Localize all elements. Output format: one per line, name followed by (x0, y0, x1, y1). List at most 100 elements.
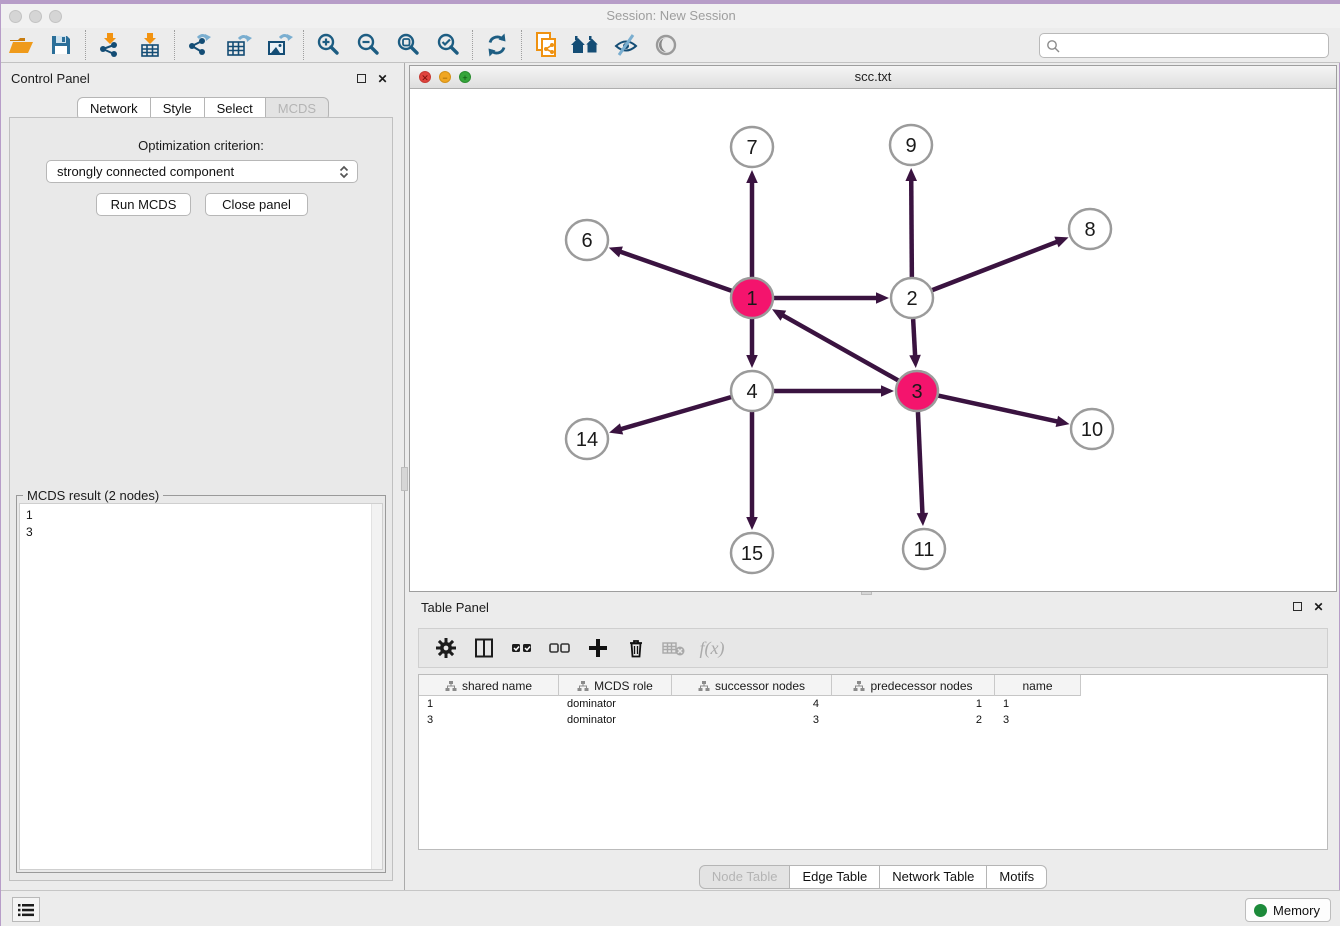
network-canvas[interactable]: 7 9 6 8 1 2 4 3 14 10 15 11 (410, 89, 1336, 591)
houses-icon (570, 33, 602, 57)
search-field[interactable] (1039, 33, 1329, 58)
zoom-fit-button[interactable] (388, 29, 428, 61)
window-close-button[interactable] (9, 10, 22, 23)
graph-edge-2-8[interactable] (932, 241, 1059, 290)
column-header-MCDS-role[interactable]: MCDS role (559, 675, 672, 696)
add-column-button[interactable] (579, 631, 617, 665)
table-cell[interactable]: 3 (672, 712, 832, 728)
toolbar-separator (472, 30, 473, 60)
graph-node-11[interactable]: 11 (903, 529, 945, 569)
table-tab-node-table[interactable]: Node Table (699, 865, 791, 889)
graph-edge-3-1[interactable] (782, 315, 899, 381)
export-image-button[interactable] (259, 29, 299, 61)
save-session-button[interactable] (41, 29, 81, 61)
table-cell[interactable]: 3 (995, 712, 1081, 728)
graph-node-15[interactable]: 15 (731, 533, 773, 573)
mcds-result-text: 1 3 (20, 504, 382, 544)
first-neighbors-button[interactable] (566, 29, 606, 61)
network-close-button[interactable]: ✕ (419, 71, 431, 83)
show-hidden-button[interactable] (646, 29, 686, 61)
column-header-predecessor-nodes[interactable]: predecessor nodes (832, 675, 995, 696)
vertical-splitter[interactable] (401, 63, 408, 890)
zoom-out-button[interactable] (348, 29, 388, 61)
deselect-all-rows-button[interactable] (541, 631, 579, 665)
delete-column-button[interactable] (617, 631, 655, 665)
graph-node-label: 15 (741, 543, 763, 565)
graph-node-2[interactable]: 2 (891, 278, 933, 318)
graph-node-9[interactable]: 9 (890, 125, 932, 165)
table-tab-edge-table[interactable]: Edge Table (790, 865, 880, 889)
graph-node-6[interactable]: 6 (566, 220, 608, 260)
result-scrollbar[interactable] (371, 504, 382, 869)
table-tab-network-table[interactable]: Network Table (880, 865, 987, 889)
table-cell[interactable]: 4 (672, 696, 832, 712)
graph-edge-2-3[interactable] (913, 319, 915, 357)
graph-edge-3-10[interactable] (938, 395, 1059, 421)
gear-icon (435, 637, 457, 659)
graph-node-3[interactable]: 3 (896, 371, 938, 411)
graph-arrowhead (609, 423, 623, 434)
close-panel-button[interactable]: Close panel (205, 193, 308, 216)
zoom-selected-button[interactable] (428, 29, 468, 61)
table-row[interactable]: 1dominator411 (419, 696, 1081, 712)
table-row[interactable]: 3dominator323 (419, 712, 1081, 728)
show-columns-button[interactable] (465, 631, 503, 665)
table-cell[interactable]: dominator (559, 712, 672, 728)
network-maximize-button[interactable]: + (459, 71, 471, 83)
table-settings-button[interactable] (427, 631, 465, 665)
table-cell[interactable]: 2 (832, 712, 995, 728)
column-header-name[interactable]: name (995, 675, 1081, 696)
run-mcds-button[interactable]: Run MCDS (96, 193, 191, 216)
table-cell[interactable]: 1 (419, 696, 559, 712)
task-history-button[interactable] (12, 897, 40, 922)
node-table[interactable]: shared nameMCDS rolesuccessor nodesprede… (418, 674, 1328, 850)
import-network-button[interactable] (90, 29, 130, 61)
table-cell[interactable]: 3 (419, 712, 559, 728)
export-image-icon (265, 32, 293, 58)
graph-node-7[interactable]: 7 (731, 127, 773, 167)
hierarchy-icon (577, 680, 589, 692)
window-minimize-button[interactable] (29, 10, 42, 23)
hide-selected-button[interactable] (606, 29, 646, 61)
table-cell[interactable]: dominator (559, 696, 672, 712)
graph-node-8[interactable]: 8 (1069, 209, 1111, 249)
memory-button[interactable]: Memory (1245, 898, 1331, 922)
delete-table-button[interactable] (655, 631, 693, 665)
graph-edge-3-11[interactable] (918, 412, 923, 515)
table-panel-float-button[interactable] (1291, 600, 1304, 613)
table-cell[interactable]: 1 (995, 696, 1081, 712)
select-all-rows-button[interactable] (503, 631, 541, 665)
graph-node-1[interactable]: 1 (731, 278, 773, 318)
export-network-button[interactable] (179, 29, 219, 61)
unchecked-boxes-icon (548, 637, 572, 659)
network-window-titlebar[interactable]: ✕ − + scc.txt (410, 66, 1336, 89)
refresh-button[interactable] (477, 29, 517, 61)
splitter-grip[interactable] (401, 467, 408, 491)
mcds-result-textarea[interactable]: 1 3 (19, 503, 383, 870)
open-session-button[interactable] (1, 29, 41, 61)
table-tab-motifs[interactable]: Motifs (987, 865, 1047, 889)
graph-edge-4-14[interactable] (620, 397, 732, 430)
export-table-button[interactable] (219, 29, 259, 61)
table-panel-close-button[interactable]: ✕ (1312, 600, 1325, 613)
search-input[interactable] (1064, 35, 1328, 56)
import-table-button[interactable] (130, 29, 170, 61)
graph-node-14[interactable]: 14 (566, 419, 608, 459)
graph-node-4[interactable]: 4 (731, 371, 773, 411)
window-zoom-button[interactable] (49, 10, 62, 23)
zoom-in-button[interactable] (308, 29, 348, 61)
control-panel-float-button[interactable] (355, 72, 368, 85)
column-header-successor-nodes[interactable]: successor nodes (672, 675, 832, 696)
network-minimize-button[interactable]: − (439, 71, 451, 83)
column-header-shared-name[interactable]: shared name (419, 675, 559, 696)
control-panel-close-button[interactable]: ✕ (376, 72, 389, 85)
criterion-select[interactable]: strongly connected component (46, 160, 358, 183)
graph-node-10[interactable]: 10 (1071, 409, 1113, 449)
graph-edge-1-6[interactable] (619, 251, 732, 291)
table-cell[interactable]: 1 (832, 696, 995, 712)
graph-arrowhead (746, 170, 758, 183)
graph-node-label: 10 (1081, 419, 1103, 441)
copy-network-button[interactable] (526, 29, 566, 61)
function-builder-button[interactable]: f(x) (693, 631, 731, 665)
graph-edge-2-9[interactable] (911, 179, 912, 277)
